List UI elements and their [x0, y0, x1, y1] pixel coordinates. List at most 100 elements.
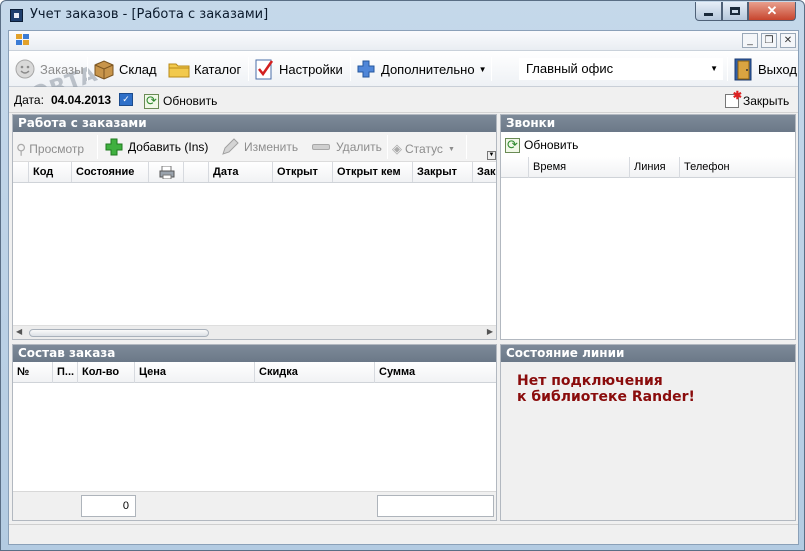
overflow-chevron-icon[interactable]: ▼: [487, 151, 496, 160]
orders-button[interactable]: Заказы: [13, 56, 83, 82]
view-order-button[interactable]: ⚲ Просмотр: [16, 136, 84, 162]
column-header[interactable]: Линия: [629, 157, 680, 178]
minimize-icon: [704, 12, 713, 16]
mdi-minimize-button[interactable]: _: [742, 33, 758, 48]
view-label: Просмотр: [29, 142, 85, 156]
printer-icon: [159, 165, 175, 180]
column-header[interactable]: Зак: [472, 162, 496, 182]
composition-panel-title: Состав заказа: [13, 345, 496, 362]
date-bar: Дата: 04.04.2013 ✓ Обновить ✱ Закрыть: [9, 87, 798, 113]
composition-footer: 0: [13, 491, 496, 520]
settings-button[interactable]: Настройки: [252, 56, 343, 82]
warehouse-button[interactable]: Склад: [92, 56, 157, 82]
column-header[interactable]: П...: [52, 362, 78, 383]
column-header[interactable]: Закрыт: [412, 162, 473, 182]
calls-grid-header: Время Линия Телефон: [501, 157, 795, 178]
column-header[interactable]: Цена: [134, 362, 255, 383]
column-header[interactable]: Код: [28, 162, 72, 182]
composition-grid-body[interactable]: [13, 383, 496, 491]
calls-panel-title: Звонки: [501, 115, 795, 132]
calls-panel: Звонки Обновить Время Линия Телефон: [500, 114, 796, 340]
refresh-button[interactable]: Обновить: [144, 92, 217, 110]
close-window-button[interactable]: ✕: [748, 2, 796, 21]
mdi-child-icon[interactable]: [16, 34, 30, 47]
toolbar-separator: [387, 135, 388, 159]
status-label: Статус: [405, 142, 443, 156]
scroll-left-icon[interactable]: ◀: [16, 327, 22, 336]
app-icon[interactable]: [10, 9, 23, 22]
add-order-button[interactable]: Добавить (Ins): [104, 134, 208, 160]
orders-horizontal-scrollbar[interactable]: ◀ ▶: [13, 325, 496, 339]
main-toolbar: PORTAL Заказы Склад Каталог Настройки До…: [9, 51, 798, 115]
column-header[interactable]: Скидка: [254, 362, 375, 383]
printer-column-header[interactable]: [148, 162, 184, 182]
row-indicator-header: [501, 157, 529, 178]
orders-grid-body[interactable]: [13, 183, 496, 325]
scroll-right-icon[interactable]: ▶: [487, 327, 493, 336]
date-label: Дата:: [14, 93, 44, 107]
orders-grid-header: Код Состояние Дата Открыт Открыт кем Зак…: [13, 162, 496, 183]
catalog-label: Каталог: [194, 61, 242, 77]
orders-label: Заказы: [40, 61, 84, 77]
calls-grid-body[interactable]: [501, 178, 795, 339]
total-quantity-field[interactable]: 0: [81, 495, 136, 517]
status-dropdown-button[interactable]: ◈ Статус ▼: [392, 136, 455, 162]
delete-order-button[interactable]: Удалить: [312, 134, 382, 160]
magnifier-icon: ⚲: [16, 140, 27, 157]
client-area: _ ❐ ✕ PORTAL Заказы Склад Каталог Настро…: [8, 30, 799, 545]
refresh-label: Обновить: [163, 94, 218, 108]
connection-error-message: Нет подключения к библиотеке Rander!: [517, 373, 695, 405]
chevron-down-icon: ▼: [447, 145, 455, 153]
title-bar[interactable]: Учет заказов - [Работа с заказами] ✕: [1, 1, 804, 29]
orders-actions-toolbar: ⚲ Просмотр Добавить (Ins) Изменить Удали…: [13, 132, 496, 162]
line-state-title: Состояние линии: [501, 345, 795, 362]
mdi-close-button[interactable]: ✕: [780, 33, 796, 48]
total-sum-field[interactable]: [377, 495, 494, 517]
minus-icon: [312, 144, 330, 150]
exit-button[interactable]: Выход: [731, 56, 797, 82]
app-window: Учет заказов - [Работа с заказами] ✕ _ ❐…: [0, 0, 805, 551]
door-icon: [731, 57, 755, 81]
mdi-restore-icon: ❐: [764, 35, 774, 46]
office-select[interactable]: Главный офис ▼: [519, 58, 723, 80]
orders-panel: Работа с заказами ⚲ Просмотр Добавить (I…: [12, 114, 497, 340]
settings-label: Настройки: [279, 61, 343, 77]
close-icon: ✕: [766, 3, 778, 18]
delete-label: Удалить: [336, 140, 382, 154]
column-header[interactable]: Время: [528, 157, 630, 178]
pencil-icon: [220, 137, 240, 157]
mdi-restore-button[interactable]: ❐: [761, 33, 777, 48]
folder-icon: [167, 57, 191, 81]
toolbar-separator: [248, 57, 249, 81]
maximize-button[interactable]: [722, 2, 748, 21]
minimize-button[interactable]: [695, 2, 722, 21]
column-header[interactable]: Телефон: [679, 157, 795, 178]
calendar-dropdown-icon[interactable]: ✓: [119, 93, 133, 106]
column-header[interactable]: Дата: [208, 162, 273, 182]
toolbar-separator: [727, 57, 728, 81]
add-label: Добавить (Ins): [128, 140, 209, 154]
line-state-panel: Состояние линии Нет подключения к библио…: [500, 344, 796, 521]
scrollbar-thumb[interactable]: [29, 329, 209, 337]
connection-error-line1: Нет подключения: [517, 373, 663, 389]
toolbar-separator: [466, 135, 467, 159]
column-header[interactable]: Открыт кем: [332, 162, 413, 182]
row-indicator-header: [13, 162, 29, 182]
catalog-button[interactable]: Каталог: [167, 56, 241, 82]
chevron-down-icon: ▼: [478, 64, 487, 74]
column-header-blank[interactable]: [183, 162, 209, 182]
toolbar-separator: [97, 135, 98, 159]
maximize-icon: [730, 7, 740, 15]
column-header[interactable]: Кол-во: [77, 362, 135, 383]
close-tab-button[interactable]: ✱ Закрыть: [725, 90, 789, 110]
toolbar-separator: [491, 57, 492, 81]
calls-refresh-button[interactable]: Обновить: [505, 136, 578, 154]
column-header[interactable]: №: [13, 362, 53, 383]
close-doc-icon: ✱: [725, 90, 742, 108]
column-header[interactable]: Сумма: [374, 362, 496, 383]
edit-order-button[interactable]: Изменить: [220, 134, 298, 160]
additional-menu-button[interactable]: Дополнительно ▼: [354, 56, 487, 82]
column-header[interactable]: Открыт: [272, 162, 333, 182]
column-header[interactable]: Состояние: [71, 162, 149, 182]
date-value[interactable]: 04.04.2013: [51, 93, 111, 107]
